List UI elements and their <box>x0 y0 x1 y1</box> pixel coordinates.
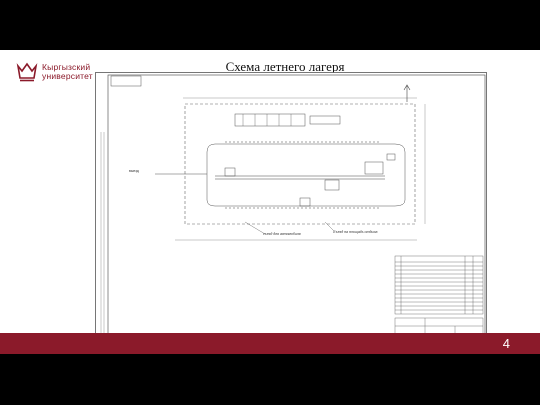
top-bar <box>0 0 540 50</box>
logo-line-2: университет <box>42 71 93 81</box>
page-number: 4 <box>502 336 510 351</box>
logo-text: Кыргызский университет <box>42 63 93 81</box>
slide: Кыргызский университет Схема летнего лаг… <box>0 0 540 405</box>
drawing-label-gate: Съезд на площадь отдыха <box>333 230 378 234</box>
camp-layout-drawing: выезд съезд для автомобиля Съезд на площ… <box>95 72 487 350</box>
crown-logo-icon <box>16 62 38 82</box>
drawing-label-exit: выезд <box>129 169 139 173</box>
bottom-bar <box>0 354 540 405</box>
drawing-label-road: съезд для автомобиля <box>263 232 301 236</box>
bottom-brand-band <box>0 333 540 354</box>
